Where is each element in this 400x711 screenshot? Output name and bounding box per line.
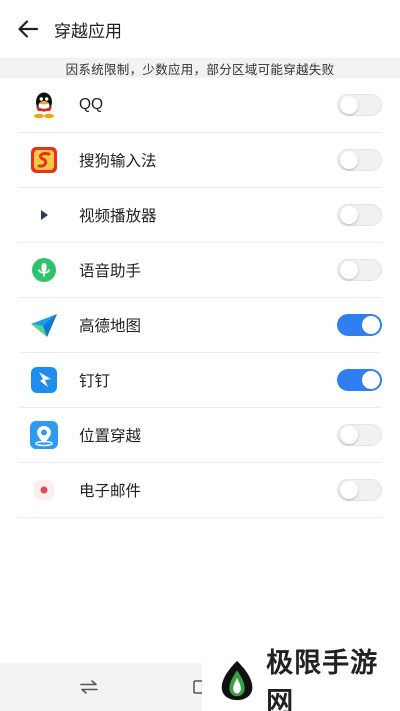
app-row-voice-assistant[interactable]: 语音助手	[18, 243, 382, 298]
app-row-email[interactable]: 电子邮件	[18, 463, 382, 518]
swap-button[interactable]	[77, 675, 101, 699]
app-row-dingtalk[interactable]: 钉钉	[18, 353, 382, 408]
toggle-location[interactable]	[337, 424, 382, 446]
app-label: 搜狗输入法	[79, 153, 157, 170]
app-row-qq[interactable]: QQ	[18, 78, 382, 133]
toggle-qq[interactable]	[337, 94, 382, 116]
voice-assistant-icon	[30, 256, 58, 284]
location-icon	[30, 421, 58, 449]
toggle-knob	[362, 371, 380, 389]
app-row-amap[interactable]: 高德地图	[18, 298, 382, 353]
app-label: 钉钉	[79, 373, 111, 390]
qq-icon	[30, 91, 58, 119]
toggle-knob	[340, 481, 358, 499]
header: 穿越应用	[0, 0, 400, 58]
toggle-amap[interactable]	[337, 314, 382, 336]
page-title: 穿越应用	[54, 21, 122, 41]
video-player-icon	[30, 201, 58, 229]
app-row-video-player[interactable]: 视频播放器	[18, 188, 382, 243]
toggle-knob	[340, 426, 358, 444]
toggle-video-player[interactable]	[337, 204, 382, 226]
app-label: 视频播放器	[79, 208, 157, 225]
toggle-knob	[340, 96, 358, 114]
app-row-sogou[interactable]: 搜狗输入法	[18, 133, 382, 188]
sogou-input-icon	[30, 146, 58, 174]
toggle-knob	[340, 151, 358, 169]
email-icon	[30, 476, 58, 504]
dingtalk-icon	[30, 366, 58, 394]
toggle-voice-assistant[interactable]	[337, 259, 382, 281]
arrow-left-icon	[18, 20, 38, 38]
restriction-notice: 因系统限制，少数应用，部分区域可能穿越失败	[0, 58, 400, 78]
toggle-dingtalk[interactable]	[337, 369, 382, 391]
app-label: 位置穿越	[79, 428, 142, 445]
watermark: 极限手游网	[202, 648, 400, 711]
toggle-sogou[interactable]	[337, 149, 382, 171]
amap-icon	[30, 311, 58, 339]
watermark-logo-icon	[221, 660, 253, 701]
app-label: 电子邮件	[79, 483, 142, 500]
watermark-text: 极限手游网	[266, 648, 379, 711]
swap-icon	[80, 680, 98, 694]
app-label: 语音助手	[79, 263, 142, 280]
toggle-email[interactable]	[337, 479, 382, 501]
toggle-knob	[340, 206, 358, 224]
toggle-knob	[340, 261, 358, 279]
back-button[interactable]	[14, 15, 42, 43]
app-list: QQ 搜狗输入法 视频播放器 语音助手 高德地图 钉钉 位置穿越 电子邮件	[0, 78, 400, 518]
app-label: QQ	[79, 96, 104, 113]
app-row-location[interactable]: 位置穿越	[18, 408, 382, 463]
app-label: 高德地图	[79, 318, 142, 335]
toggle-knob	[362, 316, 380, 334]
